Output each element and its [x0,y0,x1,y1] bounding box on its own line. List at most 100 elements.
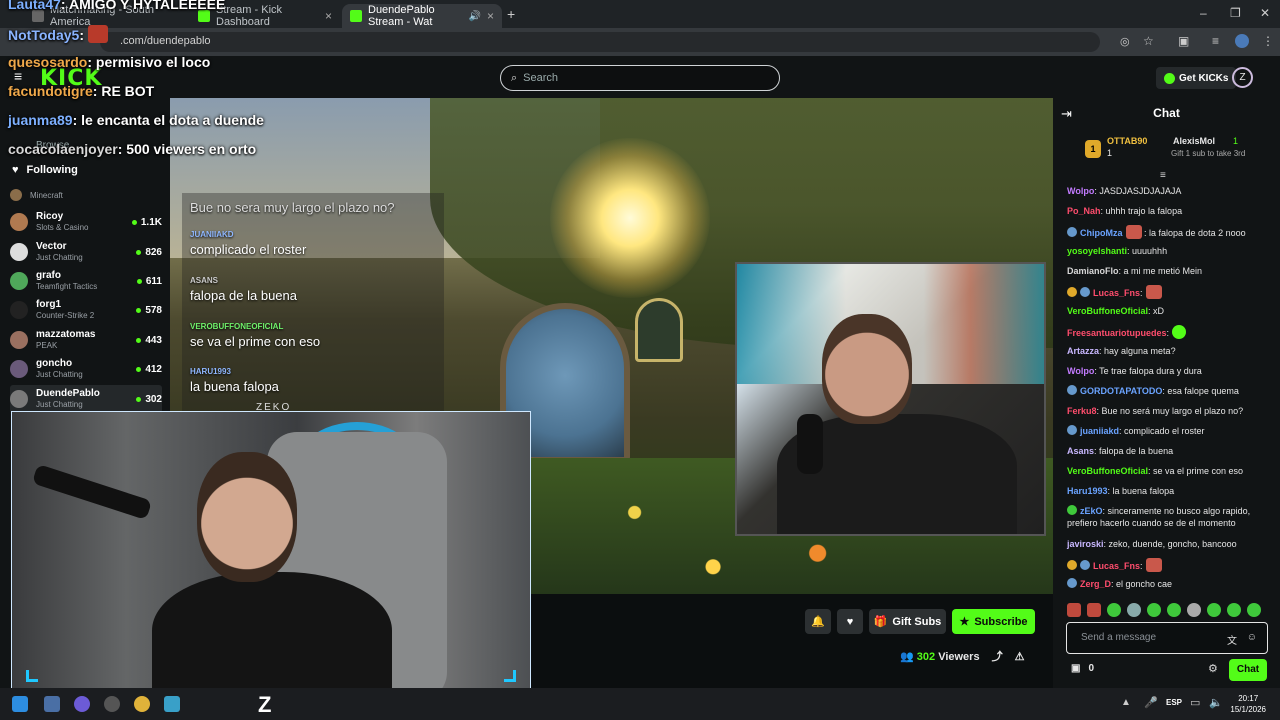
chat-username[interactable]: Po_Nah [1067,206,1101,216]
emote-button[interactable] [1187,603,1201,617]
chat-username[interactable]: javiroski [1067,539,1104,549]
chat-username[interactable]: VeroBuffoneOficial [1067,306,1148,316]
mic-tray-icon[interactable]: 🎤 [1144,696,1158,709]
new-tab-icon[interactable]: + [507,6,515,22]
tab-close-icon[interactable]: × [325,9,332,23]
sidebar-channel-mazzatomas[interactable]: mazzatomas PEAK 443 [10,326,162,354]
emote-button[interactable] [1167,603,1181,617]
overlay-chat-text: : AMIGO Y HYTALEEEEE [60,0,226,12]
subscribe-button[interactable]: ★ Subscribe [952,609,1035,634]
volume-icon[interactable]: 🔈 [1209,696,1223,709]
chat-text: : el goncho cae [1111,579,1173,589]
filter-icon[interactable]: ≡ [1160,170,1166,181]
chat-username[interactable]: DamianoFlo [1067,266,1119,276]
chat-message: ChipoMza : la falopa de dota 2 nooo [1067,225,1272,239]
emote-button[interactable] [1087,603,1101,617]
chat-message-input[interactable]: Send a message 文 ☺ [1066,622,1268,654]
emote-button[interactable] [1067,603,1081,617]
emote-button[interactable] [1147,603,1161,617]
profile-icon[interactable] [1235,34,1249,48]
network-icon[interactable]: ▭ [1190,696,1200,709]
chat-username[interactable]: ChipoMza [1080,228,1123,238]
chat-username[interactable]: juaniiakd [1080,426,1119,436]
chat-username[interactable]: Haru1993 [1067,486,1108,496]
restore-icon[interactable]: ❐ [1230,6,1241,20]
chat-message: Lucas_Fns: [1067,285,1272,299]
sidebar-channel-forg1[interactable]: forg1 Counter-Strike 2 578 [10,296,162,324]
chat-username[interactable]: zEkO [1080,506,1103,516]
url-field[interactable]: .com/duendepablo [100,32,1100,52]
live-dot-icon [136,396,142,402]
tab-audio-icon[interactable]: 🔊 [469,11,481,22]
video-chat-user: JUANIIAKD [190,230,234,239]
video-chat-message: Bue no sera muy largo el plazo no? [190,200,395,215]
sidebar-channel-grafo[interactable]: grafo Teamfight Tactics 611 [10,267,162,295]
clock-time: 20:17 [1238,694,1259,703]
chat-username[interactable]: Lucas_Fns [1093,561,1140,571]
eye-off-icon[interactable]: ◎ [1120,35,1130,48]
follow-heart-button[interactable]: ♥ [837,609,863,634]
chrome-icon[interactable] [134,696,150,712]
chat-username[interactable]: Lucas_Fns [1093,288,1140,298]
hamburger-menu-icon[interactable]: ≡ [14,68,22,84]
gift-subs-button[interactable]: 🎁 Gift Subs [869,609,946,634]
search-input[interactable]: ⌕ Search [500,65,780,91]
emote-button[interactable] [1127,603,1141,617]
user-avatar[interactable]: Z [1232,67,1253,88]
chat-username[interactable]: VeroBuffoneOficial [1067,466,1148,476]
video-chat-message: VEROBUFFONEOFICIAL se va el prime con es… [190,322,320,349]
chat-username[interactable]: Wolpo [1067,366,1094,376]
chat-username[interactable]: Wolpo [1067,186,1094,196]
taskbar-app-icon[interactable] [104,696,120,712]
overlay-chat-user: Lauta47 [8,0,61,12]
emote-button[interactable] [1247,603,1261,617]
chat-username[interactable]: GORDOTAPATODO [1080,386,1162,396]
chat-username[interactable]: Artazza [1067,346,1099,356]
taskbar-app-icon[interactable] [44,696,60,712]
sidebar-channel[interactable]: Minecraft [10,188,162,202]
sidebar-channel-duendepablo[interactable]: DuendePablo Just Chatting 302 [10,385,162,413]
chat-text: : la falopa de dota 2 nooo [1144,228,1246,238]
points-icon: ▣ [1071,663,1081,674]
report-warning-icon[interactable]: ⚠ [1015,650,1025,663]
menu-dots-icon[interactable]: ⋮ [1262,34,1274,48]
tab-duendepablo-stream[interactable]: DuendePablo Stream - Wat 🔊 × [342,4,502,28]
chat-username[interactable]: Freesantuariotupuedes [1067,328,1167,338]
rank-badge: 1 [1085,140,1101,158]
emote-button[interactable] [1227,603,1241,617]
chat-username[interactable]: yosoyelshanti [1067,246,1127,256]
translate-icon[interactable]: 文 [1227,632,1237,647]
share-icon[interactable]: ⤴ [992,648,1003,664]
emote-button[interactable] [1207,603,1221,617]
notification-bell-button[interactable]: 🔔 [805,609,831,634]
channel-points[interactable]: ▣ 0 [1071,663,1094,674]
bookmark-star-icon[interactable]: ☆ [1143,34,1154,48]
minimize-icon[interactable]: – [1200,6,1207,20]
tray-chevron-icon[interactable]: ▲ [1121,697,1131,708]
get-kicks-button[interactable]: Get KICKs [1156,67,1237,89]
media-icon[interactable]: ≡ [1212,34,1219,48]
clock[interactable]: 20:17 15/1/2026 [1230,693,1266,715]
chat-username[interactable]: Asans [1067,446,1094,456]
live-dot-icon [136,337,142,343]
taskbar-app-icon[interactable] [74,696,90,712]
star-icon: ★ [959,616,970,628]
chat-send-button[interactable]: Chat [1229,659,1267,681]
sidebar-channel-vector[interactable]: Vector Just Chatting 826 [10,238,162,266]
chat-emote [1172,325,1187,339]
chat-username[interactable]: Zerg_D [1080,579,1111,589]
mic-arm [31,463,153,521]
sidebar-channel-goncho[interactable]: goncho Just Chatting 412 [10,355,162,383]
tab-close-icon[interactable]: × [487,9,494,23]
taskbar-app-icon[interactable] [164,696,180,712]
window-close-icon[interactable]: ✕ [1260,6,1270,20]
chat-username[interactable]: Ferku8 [1067,406,1097,416]
extensions-icon[interactable]: ▣ [1178,34,1189,48]
emoji-icon[interactable]: ☺ [1247,632,1257,643]
emote-button[interactable] [1107,603,1121,617]
windows-start-icon[interactable] [12,696,28,712]
language-indicator[interactable]: ESP [1166,698,1182,707]
gift-leaderboard: 1 OTTAB90 1 AlexisMol 1 Gift 1 sub to ta… [1083,136,1263,166]
sidebar-channel-ricoy[interactable]: Ricoy Slots & Casino 1.1K [10,208,162,236]
chat-settings-gear-icon[interactable]: ⚙ [1208,662,1218,675]
